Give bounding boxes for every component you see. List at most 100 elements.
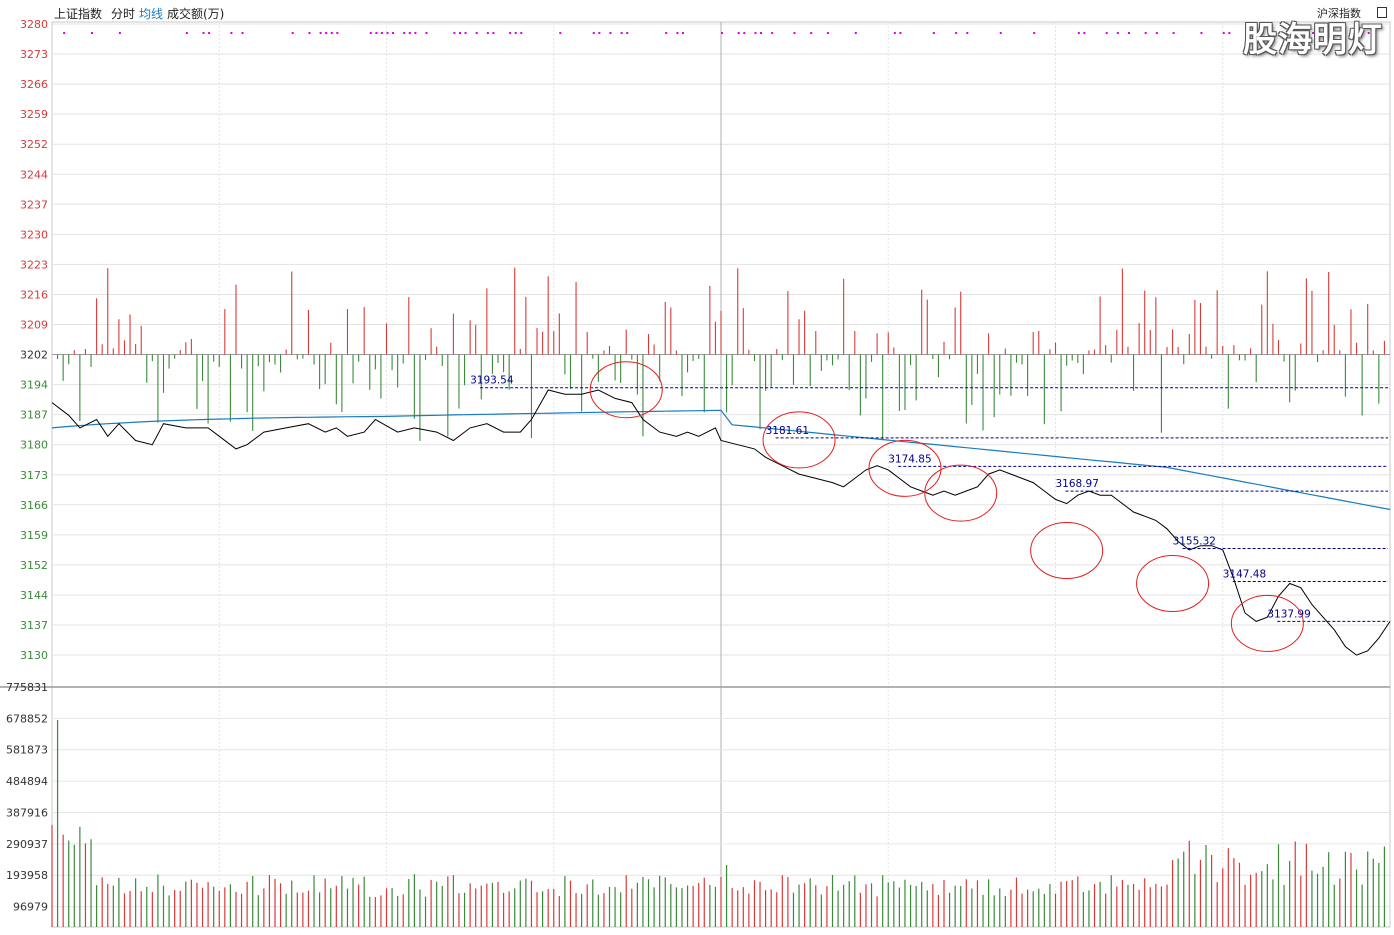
breadth-dot [737,32,740,34]
breadth-dot [743,32,746,34]
breadth-dot [665,32,668,34]
breadth-dot [760,32,763,34]
volume-tick-label: 484894 [6,775,48,788]
breadth-dot [559,32,562,34]
breadth-dot [291,32,294,34]
price-tick-label: 3159 [20,529,48,542]
volume-tick-label: 581873 [6,744,48,757]
breadth-dot [620,32,623,34]
breadth-dot [63,32,66,34]
price-tick-label: 3259 [20,108,48,121]
price-tick-label: 3244 [20,168,48,181]
breadth-dot [1144,32,1147,34]
price-tick-label: 3173 [20,469,48,482]
price-tick-label: 3180 [20,439,48,452]
breadth-dot [721,32,723,34]
breadth-dot [1083,32,1086,34]
breadth-dot [966,32,969,34]
breadth-dot [810,32,813,34]
breadth-dot [520,32,523,34]
watermark: 股海明灯 [1243,20,1383,60]
price-tick-label: 3202 [20,349,48,362]
breadth-dot [609,32,612,34]
breadth-dot [118,32,121,34]
price-tick-label: 3130 [20,649,48,662]
breadth-dot [403,32,406,34]
breadth-dot [681,32,684,34]
price-tick-label: 3137 [20,619,48,632]
chart-canvas: 3280 3273 3266 3259 3252 3244 3237 3230 3223 3216… [0,18,1391,928]
breadth-dot [475,32,478,34]
volume-label[interactable]: 成交额(万) [167,5,224,22]
breadth-dot [1172,32,1175,34]
volume-tick-label: 678852 [6,712,48,725]
level-label: 3193.54 [470,375,514,387]
breadth-dot [325,32,328,34]
volume-tick-label: 387916 [6,806,48,819]
breadth-dot [793,32,796,34]
breadth-dot [319,32,322,34]
volume-tick-label: 96979 [13,901,48,914]
breadth-dot [999,32,1002,34]
breadth-dot [330,32,333,34]
breadth-dot [386,32,389,34]
volume-tick-label: 775831 [6,681,48,694]
highlight-circle [589,361,663,419]
price-tick-label: 3194 [20,379,48,392]
breadth-dot [1155,32,1158,34]
avg-line-label[interactable]: 均线 [139,5,163,22]
breadth-dot [592,32,595,34]
breadth-dot [1077,32,1080,34]
index-name-label: 上证指数 [54,7,103,21]
breadth-dot [380,32,383,34]
breadth-dot [1127,32,1130,34]
volume-tick-label: 193958 [6,869,48,882]
breadth-dot [1116,32,1119,34]
price-tick-label: 3209 [20,319,48,332]
level-label: 3155.32 [1173,536,1216,548]
highlight-circle [1030,522,1104,580]
highlight-circle [762,411,836,469]
price-tick-label: 3144 [20,589,48,602]
breadth-dot [369,32,372,34]
breadth-dot [1222,32,1225,34]
breadth-dot [408,32,411,34]
breadth-dot [676,32,679,34]
breadth-dot [91,32,94,34]
level-label: 3137.99 [1267,608,1310,620]
breadth-dot [486,32,489,34]
price-tick-label: 3252 [20,138,48,151]
breadth-dot [185,32,188,34]
breadth-dot [308,32,311,34]
price-tick-label: 3216 [20,288,48,301]
breadth-dot [453,32,456,34]
level-label: 3168.97 [1056,478,1099,490]
breadth-dot [754,32,757,34]
breadth-dot [1105,32,1108,34]
breadth-dot [626,32,629,34]
price-tick-label: 3280 [20,18,48,31]
breadth-dot [1200,32,1203,34]
breadth-dot [1033,32,1036,34]
breadth-dot [932,32,935,34]
highlight-circle [868,439,942,497]
breadth-dot [509,32,512,34]
breadth-dot [1228,32,1231,34]
mode-label[interactable]: 分时 [111,5,135,22]
price-tick-label: 3273 [20,48,48,61]
level-label: 3174.85 [888,453,931,465]
breadth-dot [598,32,601,34]
breadth-dot [336,32,339,34]
breadth-dot [241,32,244,34]
breadth-dot [202,32,205,34]
breadth-dot [392,32,395,34]
breadth-dot [955,32,958,34]
price-tick-label: 3223 [20,258,48,271]
highlight-circle [1230,594,1304,652]
breadth-dot [854,32,857,34]
breadth-dot [375,32,378,34]
price-tick-label: 3237 [20,198,48,211]
breadth-dot [899,32,902,34]
price-tick-label: 3166 [20,499,48,512]
price-tick-label: 3152 [20,559,48,572]
